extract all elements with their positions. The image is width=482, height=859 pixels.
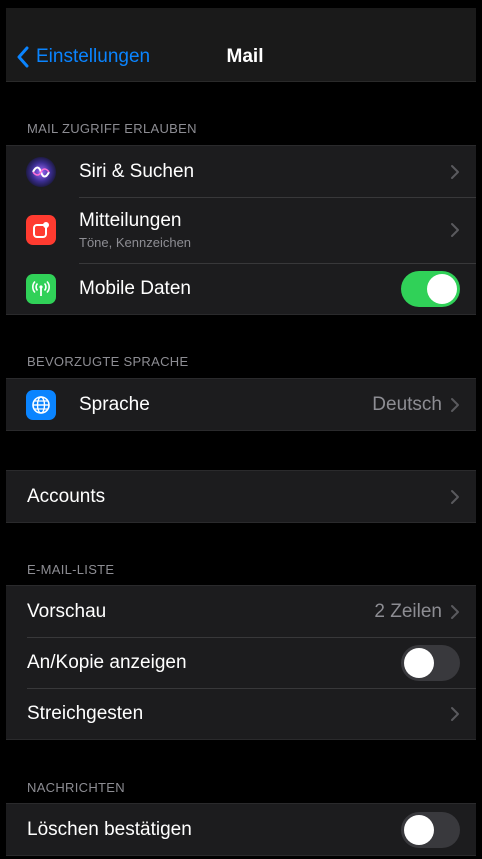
row-label: Vorschau: [27, 600, 107, 622]
toggle-knob: [404, 814, 434, 845]
row-mobile-data: Mobile Daten: [6, 263, 476, 314]
row-label: An/Kopie anzeigen: [27, 651, 187, 673]
settings-screen: Einstellungen Mail MAIL ZUGRIFF ERLAUBEN…: [6, 8, 476, 859]
row-confirm-delete: Löschen bestätigen: [6, 804, 476, 855]
row-value: 2 Zeilen: [374, 600, 442, 622]
row-swipe-gestures[interactable]: Streichgesten: [6, 688, 476, 739]
section-header-messages: NACHRICHTEN: [27, 780, 125, 795]
section-header-language: BEVORZUGTE SPRACHE: [27, 354, 189, 369]
row-label: Mobile Daten: [79, 277, 191, 299]
chevron-right-icon: [451, 223, 459, 237]
toggle-knob: [404, 647, 434, 678]
row-label: Siri & Suchen: [79, 160, 195, 182]
row-sublabel: Töne, Kennzeichen: [79, 235, 192, 250]
row-accounts[interactable]: Accounts: [6, 471, 476, 522]
row-value: Deutsch: [372, 393, 442, 415]
section-header-access: MAIL ZUGRIFF ERLAUBEN: [27, 121, 197, 136]
row-label: Accounts: [27, 485, 106, 507]
siri-icon: [26, 156, 56, 187]
section-header-list: E-MAIL-LISTE: [27, 562, 115, 577]
row-siri-search[interactable]: Siri & Suchen: [6, 146, 476, 197]
antenna-icon: [26, 273, 56, 304]
row-label: Streichgesten: [27, 702, 144, 724]
mobile-data-toggle[interactable]: [401, 270, 460, 307]
accounts-group: Accounts: [6, 470, 476, 523]
navigation-bar: Einstellungen Mail: [6, 8, 476, 82]
row-label: Sprache: [79, 393, 150, 415]
chevron-right-icon: [451, 706, 459, 721]
row-language[interactable]: Sprache Deutsch: [6, 379, 476, 430]
row-label: Löschen bestätigen: [27, 818, 192, 840]
list-group: Vorschau 2 Zeilen An/Kopie anzeigen Stre…: [6, 585, 476, 740]
chevron-right-icon: [451, 489, 459, 504]
confirm-delete-toggle[interactable]: [401, 811, 460, 848]
toggle-knob: [427, 273, 457, 304]
access-group: Siri & Suchen Mitteilungen Töne, Kennzei…: [6, 145, 476, 315]
row-show-to-cc: An/Kopie anzeigen: [6, 637, 476, 688]
globe-icon: [26, 389, 56, 420]
chevron-right-icon: [451, 164, 459, 179]
page-title: Mail: [226, 46, 264, 67]
chevron-right-icon: [451, 397, 459, 412]
row-label: Mitteilungen: [79, 210, 182, 231]
language-group: Sprache Deutsch: [6, 378, 476, 431]
row-preview[interactable]: Vorschau 2 Zeilen: [6, 586, 476, 637]
notifications-icon: [26, 215, 56, 245]
chevron-right-icon: [451, 604, 459, 619]
show-to-cc-toggle[interactable]: [401, 644, 460, 681]
row-notifications[interactable]: Mitteilungen Töne, Kennzeichen: [6, 197, 476, 263]
messages-group: Löschen bestätigen: [6, 803, 476, 856]
